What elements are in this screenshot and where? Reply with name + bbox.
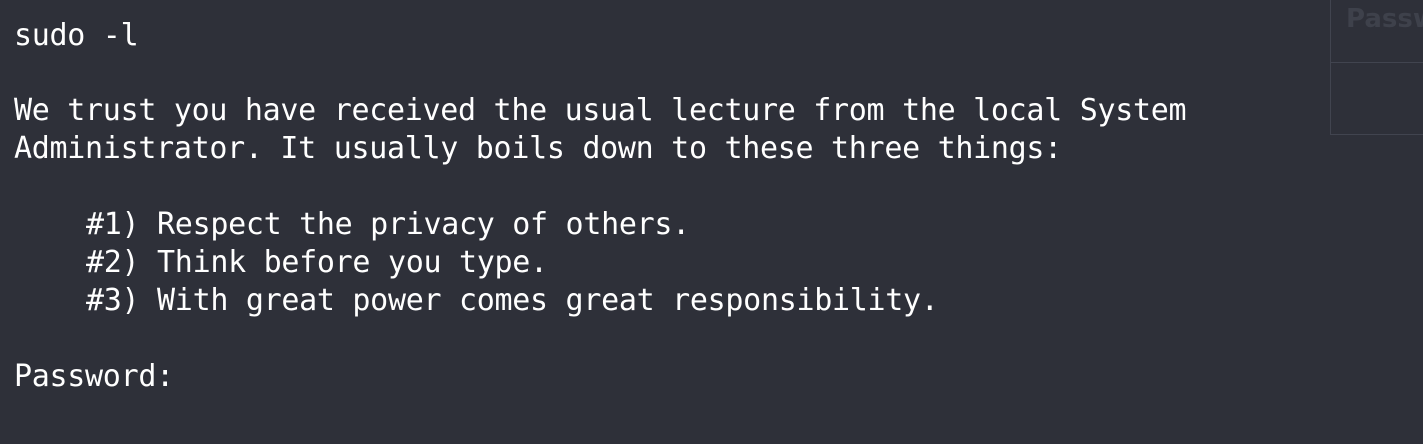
rule-2: #2) Think before you type. xyxy=(86,245,548,280)
side-panel-divider xyxy=(1331,62,1423,63)
lecture-line-2: Administrator. It usually boils down to … xyxy=(14,131,1062,166)
command-line: sudo -l xyxy=(14,18,139,53)
side-panel-ghost-text: Passw xyxy=(1346,4,1423,34)
side-panel: Passw xyxy=(1330,0,1423,135)
rule-1: #1) Respect the privacy of others. xyxy=(86,207,690,242)
lecture-line-1: We trust you have received the usual lec… xyxy=(14,93,1187,128)
password-prompt[interactable]: Password: xyxy=(14,358,174,396)
rule-3: #3) With great power comes great respons… xyxy=(86,283,939,318)
terminal-window[interactable]: sudo -l We trust you have received the u… xyxy=(0,0,1423,444)
